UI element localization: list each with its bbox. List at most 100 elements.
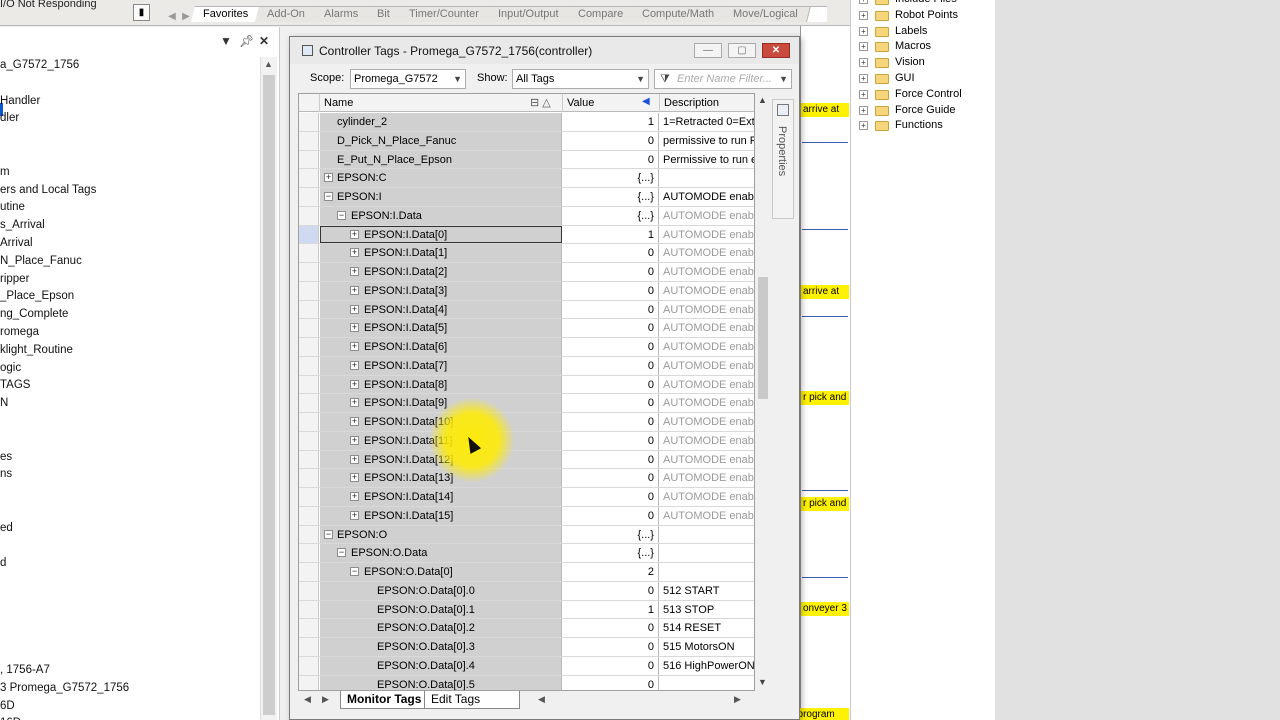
tag-description-cell[interactable]: AUTOMODE enable xyxy=(660,319,754,337)
organizer-item[interactable]: 6D xyxy=(0,698,260,716)
organizer-item[interactable] xyxy=(0,484,260,502)
tag-description-cell[interactable]: AUTOMODE enable xyxy=(660,207,754,225)
row-selector[interactable] xyxy=(299,356,319,375)
organizer-item[interactable]: d xyxy=(0,555,260,573)
tag-name-cell[interactable]: + EPSON:I.Data[13] xyxy=(320,469,562,487)
tab-scroll-right-icon[interactable]: ▶ xyxy=(322,694,329,705)
tag-description-cell[interactable]: AUTOMODE enable xyxy=(660,469,754,487)
scroll-right-icon[interactable]: ▶ xyxy=(734,694,741,705)
organizer-item[interactable] xyxy=(0,644,260,662)
expand-plus-icon[interactable]: + xyxy=(350,454,359,464)
organizer-item[interactable]: _Place_Epson xyxy=(0,288,260,306)
dropdown-icon[interactable]: ▼ xyxy=(220,34,232,48)
tag-name-cell[interactable]: EPSON:O.Data[0].2 xyxy=(320,619,562,637)
organizer-item[interactable]: klight_Routine xyxy=(0,342,260,360)
close-icon[interactable]: ✕ xyxy=(259,34,269,48)
tag-description-cell[interactable] xyxy=(660,526,754,544)
instruction-tab[interactable]: Input/Output xyxy=(486,6,572,22)
pin-icon[interactable]: 📌︎ xyxy=(239,34,254,48)
tag-value-cell[interactable]: 0 xyxy=(563,244,659,262)
tag-value-cell[interactable]: 0 xyxy=(563,506,659,525)
row-selector[interactable] xyxy=(299,338,319,356)
row-selector[interactable] xyxy=(299,431,319,450)
instruction-tab[interactable]: Alarms xyxy=(312,6,372,22)
expand-plus-icon[interactable]: + xyxy=(350,360,359,370)
instruction-tab[interactable]: Compute/Math xyxy=(629,6,728,22)
table-row[interactable]: E_Put_N_Place_Epson 0 Permissive to run ep xyxy=(299,150,754,170)
project-tree-item[interactable]: + GUI xyxy=(851,71,995,87)
tag-value-cell[interactable]: 0 xyxy=(563,638,659,656)
expand-plus-icon[interactable]: + xyxy=(350,248,359,258)
collapse-minus-icon[interactable]: − xyxy=(324,529,333,539)
tag-description-cell[interactable]: 515 MotorsON xyxy=(660,638,754,656)
organizer-item[interactable]: a_G7572_1756 xyxy=(0,57,260,75)
window-title-bar[interactable]: Controller Tags - Promega_G7572_1756(con… xyxy=(290,37,799,64)
organizer-item[interactable] xyxy=(0,502,260,520)
table-row[interactable]: EPSON:O.Data[0].4 0 516 HighPowerON xyxy=(299,656,754,676)
table-row[interactable]: + EPSON:I.Data[10] 0 AUTOMODE enable xyxy=(299,413,754,432)
tag-name-cell[interactable]: EPSON:O.Data[0].0 xyxy=(320,581,562,600)
organizer-item[interactable]: Arrival xyxy=(0,235,260,253)
row-selector[interactable] xyxy=(299,581,319,600)
table-row[interactable]: + EPSON:I.Data[12] 0 AUTOMODE enable xyxy=(299,450,754,470)
tag-value-cell[interactable]: 0 xyxy=(563,356,659,375)
tag-name-cell[interactable]: + EPSON:I.Data[2] xyxy=(320,263,562,281)
organizer-item[interactable]: 16D xyxy=(0,715,260,720)
organizer-item[interactable]: ns xyxy=(0,466,260,484)
tag-name-cell[interactable]: EPSON:O.Data[0].3 xyxy=(320,638,562,656)
tag-description-cell[interactable]: permissive to run FA xyxy=(660,132,754,150)
organizer-item[interactable]: ng_Complete xyxy=(0,306,260,324)
tab-edit-tags[interactable]: Edit Tags xyxy=(424,691,520,709)
tag-value-cell[interactable]: 0 xyxy=(563,375,659,394)
organizer-item[interactable] xyxy=(0,413,260,431)
organizer-item[interactable]: ogic xyxy=(0,360,260,378)
tag-value-cell[interactable]: 0 xyxy=(563,469,659,487)
table-row[interactable]: + EPSON:I.Data[6] 0 AUTOMODE enable xyxy=(299,338,754,357)
tag-description-cell[interactable]: 512 START xyxy=(660,582,754,600)
tag-value-cell[interactable]: 0 xyxy=(563,281,659,300)
expand-plus-icon[interactable]: + xyxy=(350,398,359,408)
expand-plus-icon[interactable]: + xyxy=(350,473,359,483)
table-row[interactable]: + EPSON:I.Data[14] 0 AUTOMODE enable xyxy=(299,488,754,507)
organizer-item[interactable] xyxy=(0,146,260,164)
grid-vertical-scrollbar[interactable]: ▲ ▼ xyxy=(756,93,770,691)
row-selector[interactable] xyxy=(299,506,319,525)
expand-plus-icon[interactable]: + xyxy=(859,0,868,4)
project-tree-item[interactable]: + Force Control xyxy=(851,87,995,103)
table-row[interactable]: + EPSON:I.Data[1] 0 AUTOMODE enable xyxy=(299,244,754,263)
row-selector[interactable] xyxy=(299,319,319,337)
tag-name-cell[interactable]: EPSON:O.Data[0].5 xyxy=(320,675,562,690)
show-select[interactable]: All Tags ▼ xyxy=(512,69,649,89)
tag-name-cell[interactable]: D_Pick_N_Place_Fanuc xyxy=(320,131,562,150)
tag-name-cell[interactable]: E_Put_N_Place_Epson xyxy=(320,150,562,169)
expand-plus-icon[interactable]: + xyxy=(859,42,868,52)
organizer-item[interactable]: ers and Local Tags xyxy=(0,182,260,200)
tag-description-cell[interactable]: Permissive to run ep xyxy=(660,151,754,169)
expand-plus-icon[interactable]: + xyxy=(350,229,359,239)
tag-name-cell[interactable]: + EPSON:I.Data[9] xyxy=(320,394,562,412)
table-row[interactable]: D_Pick_N_Place_Fanuc 0 permissive to run F… xyxy=(299,131,754,151)
organizer-item[interactable]: Handler xyxy=(0,93,260,111)
organizer-item[interactable] xyxy=(0,573,260,591)
tag-value-cell[interactable]: 1 xyxy=(563,225,659,244)
expand-plus-icon[interactable]: + xyxy=(859,89,868,99)
row-selector[interactable] xyxy=(299,544,319,562)
tag-description-cell[interactable]: AUTOMODE enable xyxy=(660,507,754,525)
organizer-item[interactable]: es xyxy=(0,449,260,467)
project-tree-item[interactable]: + Functions xyxy=(851,118,995,134)
tag-value-cell[interactable]: 0 xyxy=(563,488,659,506)
organizer-item[interactable] xyxy=(0,538,260,556)
tag-description-cell[interactable]: AUTOMODE enable xyxy=(660,301,754,319)
scroll-up-icon[interactable]: ▲ xyxy=(758,95,767,105)
row-selector[interactable] xyxy=(299,525,319,544)
expand-plus-icon[interactable]: + xyxy=(350,342,359,351)
tag-description-cell[interactable] xyxy=(660,676,754,691)
row-selector[interactable] xyxy=(299,281,319,300)
expand-plus-icon[interactable]: + xyxy=(350,285,359,295)
tag-value-cell[interactable]: 1 xyxy=(563,600,659,619)
tag-name-cell[interactable]: + EPSON:I.Data[4] xyxy=(320,300,562,319)
tag-value-cell[interactable]: 0 xyxy=(563,413,659,431)
expand-plus-icon[interactable]: + xyxy=(350,510,359,520)
tag-value-cell[interactable]: 0 xyxy=(563,431,659,450)
expand-plus-icon[interactable]: + xyxy=(350,323,359,333)
